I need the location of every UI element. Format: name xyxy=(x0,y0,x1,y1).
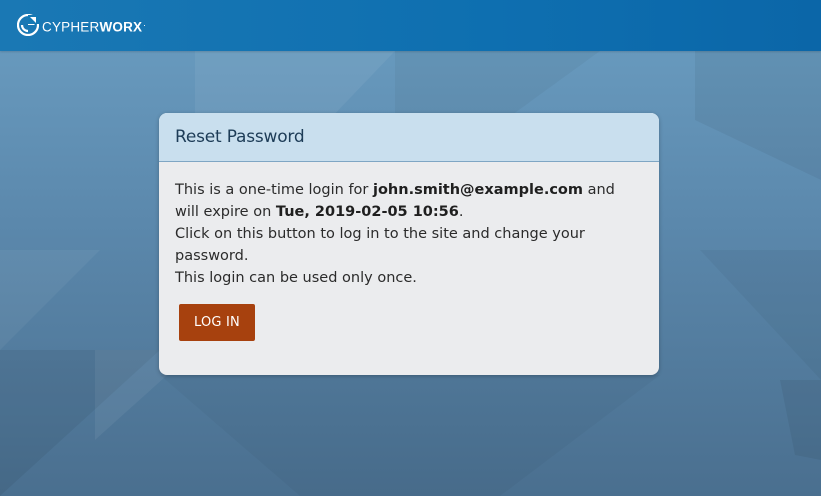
login-info-text: This is a one-time login for john.smith@… xyxy=(175,179,643,223)
logo-text-suffix: . xyxy=(143,17,146,28)
expiry-datetime: Tue, 2019-02-05 10:56 xyxy=(275,204,459,220)
one-time-note: This login can be used only once. xyxy=(175,270,417,286)
logo-wordmark: CYPHERWORX. xyxy=(42,12,146,39)
page: CYPHERWORX. Reset Password This is a one… xyxy=(0,0,821,496)
login-info-end: . xyxy=(458,204,464,220)
login-info-prefix: This is a one-time login for xyxy=(175,182,373,198)
instruction-text: Click on this button to log in to the si… xyxy=(175,226,585,264)
card-title: Reset Password xyxy=(175,127,305,147)
card-body: This is a one-time login for john.smith@… xyxy=(159,162,659,341)
cypherworx-logo[interactable]: CYPHERWORX. xyxy=(17,13,146,37)
reset-password-card: Reset Password This is a one-time login … xyxy=(159,113,659,375)
card-header: Reset Password xyxy=(159,113,659,162)
log-in-button[interactable]: LOG IN xyxy=(179,304,255,341)
user-email: john.smith@example.com xyxy=(373,182,583,198)
logo-text-part1: CYPHER xyxy=(42,19,100,35)
top-header: CYPHERWORX. xyxy=(0,0,821,51)
cypherworx-logo-icon xyxy=(17,14,39,36)
logo-text-part2: WORX xyxy=(99,19,143,35)
